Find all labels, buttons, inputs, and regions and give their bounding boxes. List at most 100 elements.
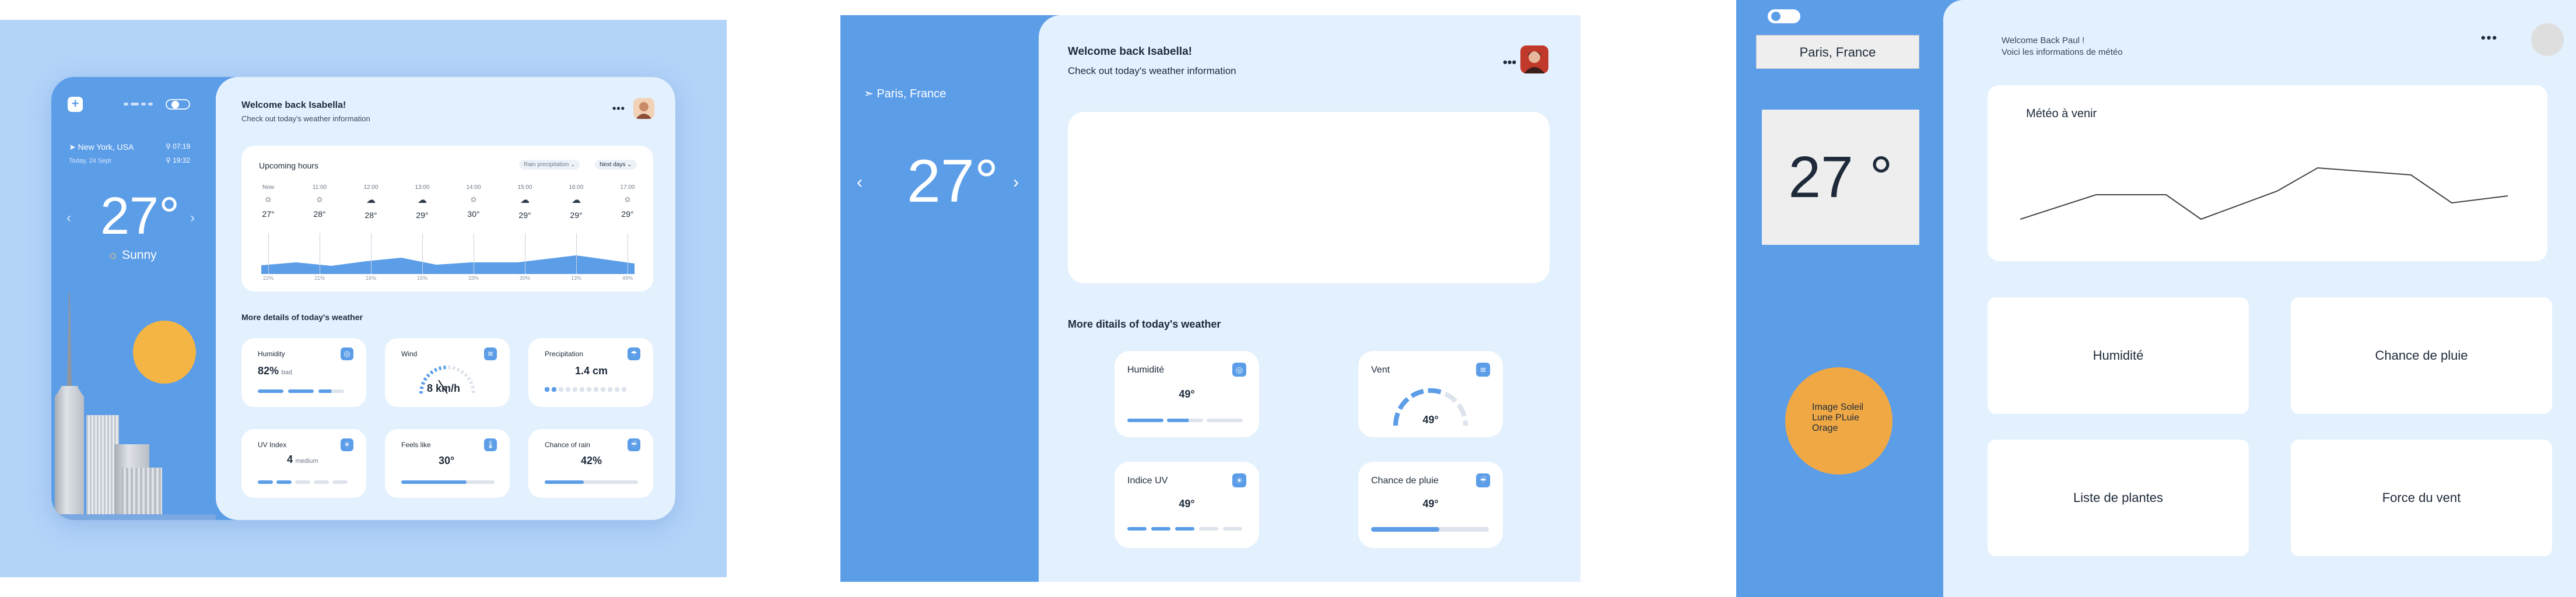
more-menu-icon[interactable]: •••: [612, 103, 625, 115]
date-label: Today, 24 Sept: [69, 157, 111, 164]
next-days-select[interactable]: Next days ⌄: [595, 160, 637, 170]
hour-precip-pct: 30%: [519, 275, 530, 281]
rain-icon: ☔︎: [628, 438, 640, 451]
building: [121, 468, 162, 520]
humidity-card[interactable]: Humidity ◎ 82% bad: [241, 338, 366, 407]
chance-of-rain-value: 49°: [1422, 498, 1439, 510]
city-name: New York, USA: [78, 142, 134, 152]
wind-card[interactable]: Vent ≋ 49°: [1358, 351, 1503, 437]
page-dots: [124, 103, 153, 106]
chance-of-rain-card[interactable]: Chance de pluie ☔︎ 49°: [1358, 462, 1503, 548]
chance-of-rain-value: 42%: [581, 455, 602, 466]
humidity-value-row: 82% bad: [258, 365, 292, 377]
uv-icon: ☀: [341, 438, 353, 451]
welcome-title: Welcome Back Paul !: [2002, 36, 2085, 45]
theme-toggle[interactable]: [1768, 9, 1800, 23]
welcome-block: Welcome Back Paul ! Voici les informatio…: [2002, 35, 2123, 58]
more-menu-icon[interactable]: •••: [2481, 30, 2498, 45]
next-arrow-icon[interactable]: ›: [1013, 173, 1019, 192]
hour-label: 15:00: [517, 184, 532, 191]
avatar[interactable]: [2531, 23, 2564, 56]
avatar[interactable]: [1520, 45, 1548, 73]
hour-column: 14:00 ☼ 30°: [456, 184, 491, 219]
theme-toggle[interactable]: [166, 99, 190, 110]
uv-index-card[interactable]: Indice UV ☀ 49°: [1114, 462, 1259, 548]
humidity-bars: [1127, 419, 1243, 422]
more-menu-icon[interactable]: •••: [1503, 55, 1516, 70]
uv-index-card[interactable]: UV Index ☀ 4 medium: [241, 429, 366, 498]
empire-building: [55, 386, 84, 520]
precipitation-ticks: [545, 387, 626, 392]
precipitation-icon: ☂: [628, 347, 640, 360]
hour-column: 16:00 ☁ 29°: [559, 184, 594, 220]
avatar[interactable]: [633, 98, 654, 119]
panel-2-main: Welcome back Isabella! Check out today's…: [1039, 15, 1580, 582]
forecast-line-chart: [2020, 167, 2508, 220]
feels-like-card[interactable]: Feels like 🌡︎ 30°: [385, 429, 510, 498]
feels-like-label: Feels like: [401, 441, 431, 449]
chance-of-rain-label: Chance of rain: [545, 441, 591, 449]
wind-strength-tile[interactable]: Force du vent: [2291, 440, 2552, 556]
humidity-icon: ◎: [1232, 363, 1246, 377]
weather-icon: ☼: [623, 194, 632, 204]
precipitation-label: Precipitation: [545, 350, 584, 358]
wind-value: 8 km/h: [427, 382, 461, 394]
hour-precip-pct: 15%: [416, 275, 427, 281]
sunrise-value: 07:19: [173, 142, 191, 150]
precipitation-select[interactable]: Rain precipitation ⌄: [519, 160, 580, 170]
hour-temp: 28°: [313, 209, 326, 219]
prev-arrow-icon[interactable]: ‹: [66, 210, 71, 226]
plants-list-tile[interactable]: Liste de plantes: [1988, 440, 2249, 556]
wind-value: 49°: [1422, 414, 1439, 426]
humidity-label: Humidity: [258, 350, 285, 358]
weather-icon: ☼: [315, 194, 324, 204]
placeholder-line-2: Lune PLuie: [1812, 413, 1859, 423]
uv-value: 49°: [1179, 498, 1195, 510]
thermometer-icon: 🌡︎: [484, 438, 497, 451]
sunset-time: ⚲ 19:32: [166, 156, 191, 164]
hour-temp: 29°: [570, 210, 583, 220]
forecast-chart-card: Météo à venir: [1988, 85, 2547, 261]
prev-arrow-icon[interactable]: ‹: [857, 173, 863, 192]
feels-like-value: 30°: [439, 455, 455, 466]
placeholder-line-1: Image Soleil: [1812, 402, 1864, 412]
hour-divider: [576, 233, 577, 274]
humidity-bars: [258, 389, 344, 393]
add-icon[interactable]: +: [68, 97, 83, 112]
hour-column: Now ☼ 27°: [251, 184, 286, 219]
precipitation-area-chart: [261, 255, 635, 274]
hour-precip-pct: 16%: [365, 275, 376, 281]
weather-icon: ☁: [572, 195, 581, 205]
chart-placeholder-card: [1068, 112, 1550, 283]
panel-1-device: + ➤ New York, USA Today, 24 Sept ⚲ 07:19…: [51, 77, 675, 520]
welcome-subtitle: Check out today's weather information: [1068, 65, 1236, 76]
rain-chance-tile[interactable]: Chance de pluie: [2291, 297, 2552, 414]
wind-icon: ≋: [1476, 363, 1490, 377]
feels-like-bar: [401, 480, 495, 484]
hour-label: 11:00: [312, 184, 327, 191]
city-box[interactable]: Paris, France: [1756, 35, 1919, 69]
hour-precip-pct: 22%: [262, 275, 274, 281]
hour-label: Now: [262, 184, 274, 191]
humidity-tile[interactable]: Humidité: [1988, 297, 2249, 414]
hour-precip-pct: 21%: [314, 275, 325, 281]
toggle-knob: [1771, 12, 1781, 21]
uv-icon: ☀: [1232, 473, 1246, 487]
forecast-chart-title: Météo à venir: [2026, 107, 2097, 120]
precipitation-select-label: Rain precipitation: [524, 161, 569, 168]
chance-of-rain-card[interactable]: Chance of rain ☔︎ 42%: [528, 429, 653, 498]
hour-precip-pct: 49%: [622, 275, 633, 281]
weather-icon: ☁: [520, 195, 530, 205]
hour-temp: 27°: [262, 209, 275, 219]
condition-text: Sunny: [122, 248, 157, 262]
sun-small-icon: ☼: [107, 248, 119, 262]
next-arrow-icon[interactable]: ›: [190, 210, 195, 226]
precipitation-value: 1.4 cm: [575, 365, 608, 377]
weather-icon: ☁: [418, 195, 427, 205]
upcoming-hours-card: Upcoming hours Rain precipitation ⌄ Next…: [241, 146, 653, 292]
ground: [51, 514, 216, 520]
humidity-card[interactable]: Humidité ◎ 49°: [1114, 351, 1259, 437]
current-temp: 27°: [100, 187, 180, 245]
precipitation-card[interactable]: Precipitation ☂ 1.4 cm: [528, 338, 653, 407]
wind-card[interactable]: Wind ≋ 8 km/h: [385, 338, 510, 407]
